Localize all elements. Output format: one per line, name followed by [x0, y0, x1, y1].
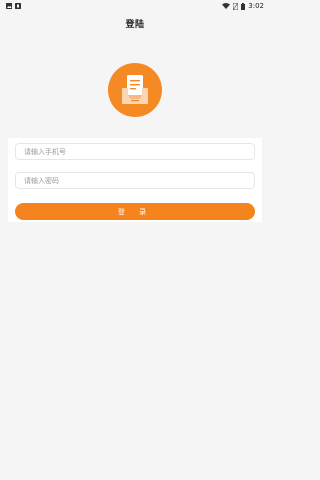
- password-input[interactable]: [15, 172, 255, 189]
- status-time: 3:02: [248, 2, 264, 10]
- app-logo: [108, 63, 162, 117]
- no-sim-icon: [232, 2, 239, 11]
- phone-input[interactable]: [15, 143, 255, 160]
- image-icon: [6, 3, 12, 9]
- battery-icon: [241, 2, 246, 10]
- notification-icon: [15, 3, 21, 9]
- document-inbox-icon: [122, 75, 148, 104]
- login-button[interactable]: 登 录: [15, 203, 255, 220]
- status-right: 3:02: [222, 2, 264, 11]
- status-left: [6, 3, 21, 9]
- wifi-icon: [222, 3, 231, 9]
- status-bar: 3:02: [0, 0, 270, 12]
- page-title: 登陆: [125, 19, 145, 30]
- title-bar: 登陆: [0, 12, 270, 34]
- login-form: 登 录: [8, 138, 262, 222]
